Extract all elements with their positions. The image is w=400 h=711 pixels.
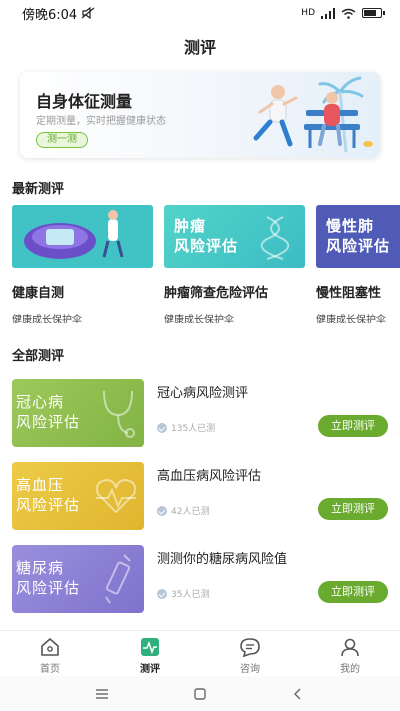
- all-section-title: 全部测评: [12, 349, 65, 364]
- page-title: 测评: [183, 38, 216, 57]
- wristband-illustration: [12, 205, 153, 268]
- list-item-coronary[interactable]: 冠心病 风险评估 冠心病风险测评 135人已测 立即测评: [12, 379, 388, 447]
- list-item-hypertension[interactable]: 高血压 风险评估 高血压病风险评估 42人已测 立即测评: [12, 462, 388, 530]
- check-circle-icon: [157, 588, 167, 599]
- start-assessment-button[interactable]: 立即测评: [318, 581, 388, 603]
- item-title: 高血压病风险评估: [157, 469, 262, 484]
- card-name: 健康自测: [12, 286, 65, 301]
- tab-consult[interactable]: 咨询: [200, 631, 300, 676]
- banner-subtitle: 定期测量，实时把握健康状态: [36, 116, 166, 127]
- latest-card-list: 健康自测 健康成长保护伞 肿瘤 风险评估 肿瘤筛查危险评估 健康成长保护伞 慢性…: [12, 205, 400, 323]
- card-name: 肿瘤筛查危险评估: [164, 286, 269, 301]
- vital-signs-banner[interactable]: 自身体征测量 定期测量，实时把握健康状态 测一测: [20, 72, 380, 158]
- item-thumbnail: 冠心病 风险评估: [12, 379, 144, 447]
- network-badge: HD: [301, 8, 315, 18]
- card-name: 慢性阻塞性: [316, 286, 382, 301]
- check-circle-icon: [157, 505, 167, 516]
- banner-title: 自身体征测量: [36, 92, 133, 111]
- status-bar: 傍晚6:04 HD: [0, 0, 400, 26]
- start-assessment-button[interactable]: 立即测评: [318, 498, 388, 520]
- latest-card-copd[interactable]: 慢性肺 风险评估 慢性阻塞性 健康成长保护伞: [316, 205, 400, 323]
- tab-home[interactable]: 首页: [0, 631, 100, 676]
- start-assessment-button[interactable]: 立即测评: [318, 415, 388, 437]
- card-desc: 健康成长保护伞: [12, 315, 82, 323]
- signal-icon: [321, 7, 335, 19]
- mute-icon: [81, 7, 95, 19]
- latest-section-title: 最新测评: [12, 182, 65, 197]
- list-item-diabetes[interactable]: 糖尿病 风险评估 测测你的糖尿病风险值 35人已测 立即测评: [12, 545, 388, 613]
- item-thumbnail: 高血压 风险评估: [12, 462, 144, 530]
- menu-icon: [96, 688, 108, 699]
- card-thumbnail: 慢性肺 风险评估: [316, 205, 400, 268]
- syringe-icon: [105, 554, 131, 604]
- back-icon: [294, 688, 301, 699]
- heart-icon: [96, 478, 136, 514]
- item-thumbnail: 糖尿病 风险评估: [12, 545, 144, 613]
- wifi-icon: [341, 8, 356, 19]
- card-desc: 健康成长保护伞: [316, 315, 386, 323]
- latest-card-health-selftest[interactable]: 健康自测 健康成长保护伞: [12, 205, 153, 323]
- tab-mine[interactable]: 我的: [300, 631, 400, 676]
- back-nav-button[interactable]: [289, 685, 307, 703]
- status-time: 傍晚6:04: [22, 7, 78, 23]
- square-icon: [194, 687, 206, 700]
- item-count: 35人已测: [157, 587, 209, 600]
- user-icon: [341, 638, 359, 657]
- card-thumbnail: 肿瘤 风险评估: [164, 205, 305, 268]
- system-nav-bar: [0, 676, 400, 711]
- latest-card-tumor-screening[interactable]: 肿瘤 风险评估 肿瘤筛查危险评估 健康成长保护伞: [164, 205, 305, 323]
- bottom-tab-bar: 首页 测评 咨询 我的: [0, 630, 400, 676]
- card-thumbnail: [12, 205, 153, 268]
- item-title: 冠心病风险测评: [157, 386, 249, 401]
- item-count: 42人已测: [157, 504, 209, 517]
- stethoscope-icon: [103, 390, 135, 438]
- menu-nav-button[interactable]: [93, 685, 111, 703]
- check-circle-icon: [157, 422, 167, 433]
- assessment-icon: [141, 638, 159, 656]
- tab-assessment[interactable]: 测评: [100, 631, 200, 676]
- home-icon: [41, 638, 59, 656]
- card-desc: 健康成长保护伞: [164, 315, 234, 323]
- item-count: 135人已测: [157, 421, 215, 434]
- home-nav-button[interactable]: [191, 685, 209, 703]
- exercise-illustration: [253, 76, 373, 153]
- measure-button[interactable]: 测一测: [36, 132, 88, 148]
- chat-icon: [240, 638, 260, 658]
- battery-icon: [362, 8, 385, 18]
- dna-icon: [260, 216, 290, 260]
- item-title: 测测你的糖尿病风险值: [157, 552, 288, 567]
